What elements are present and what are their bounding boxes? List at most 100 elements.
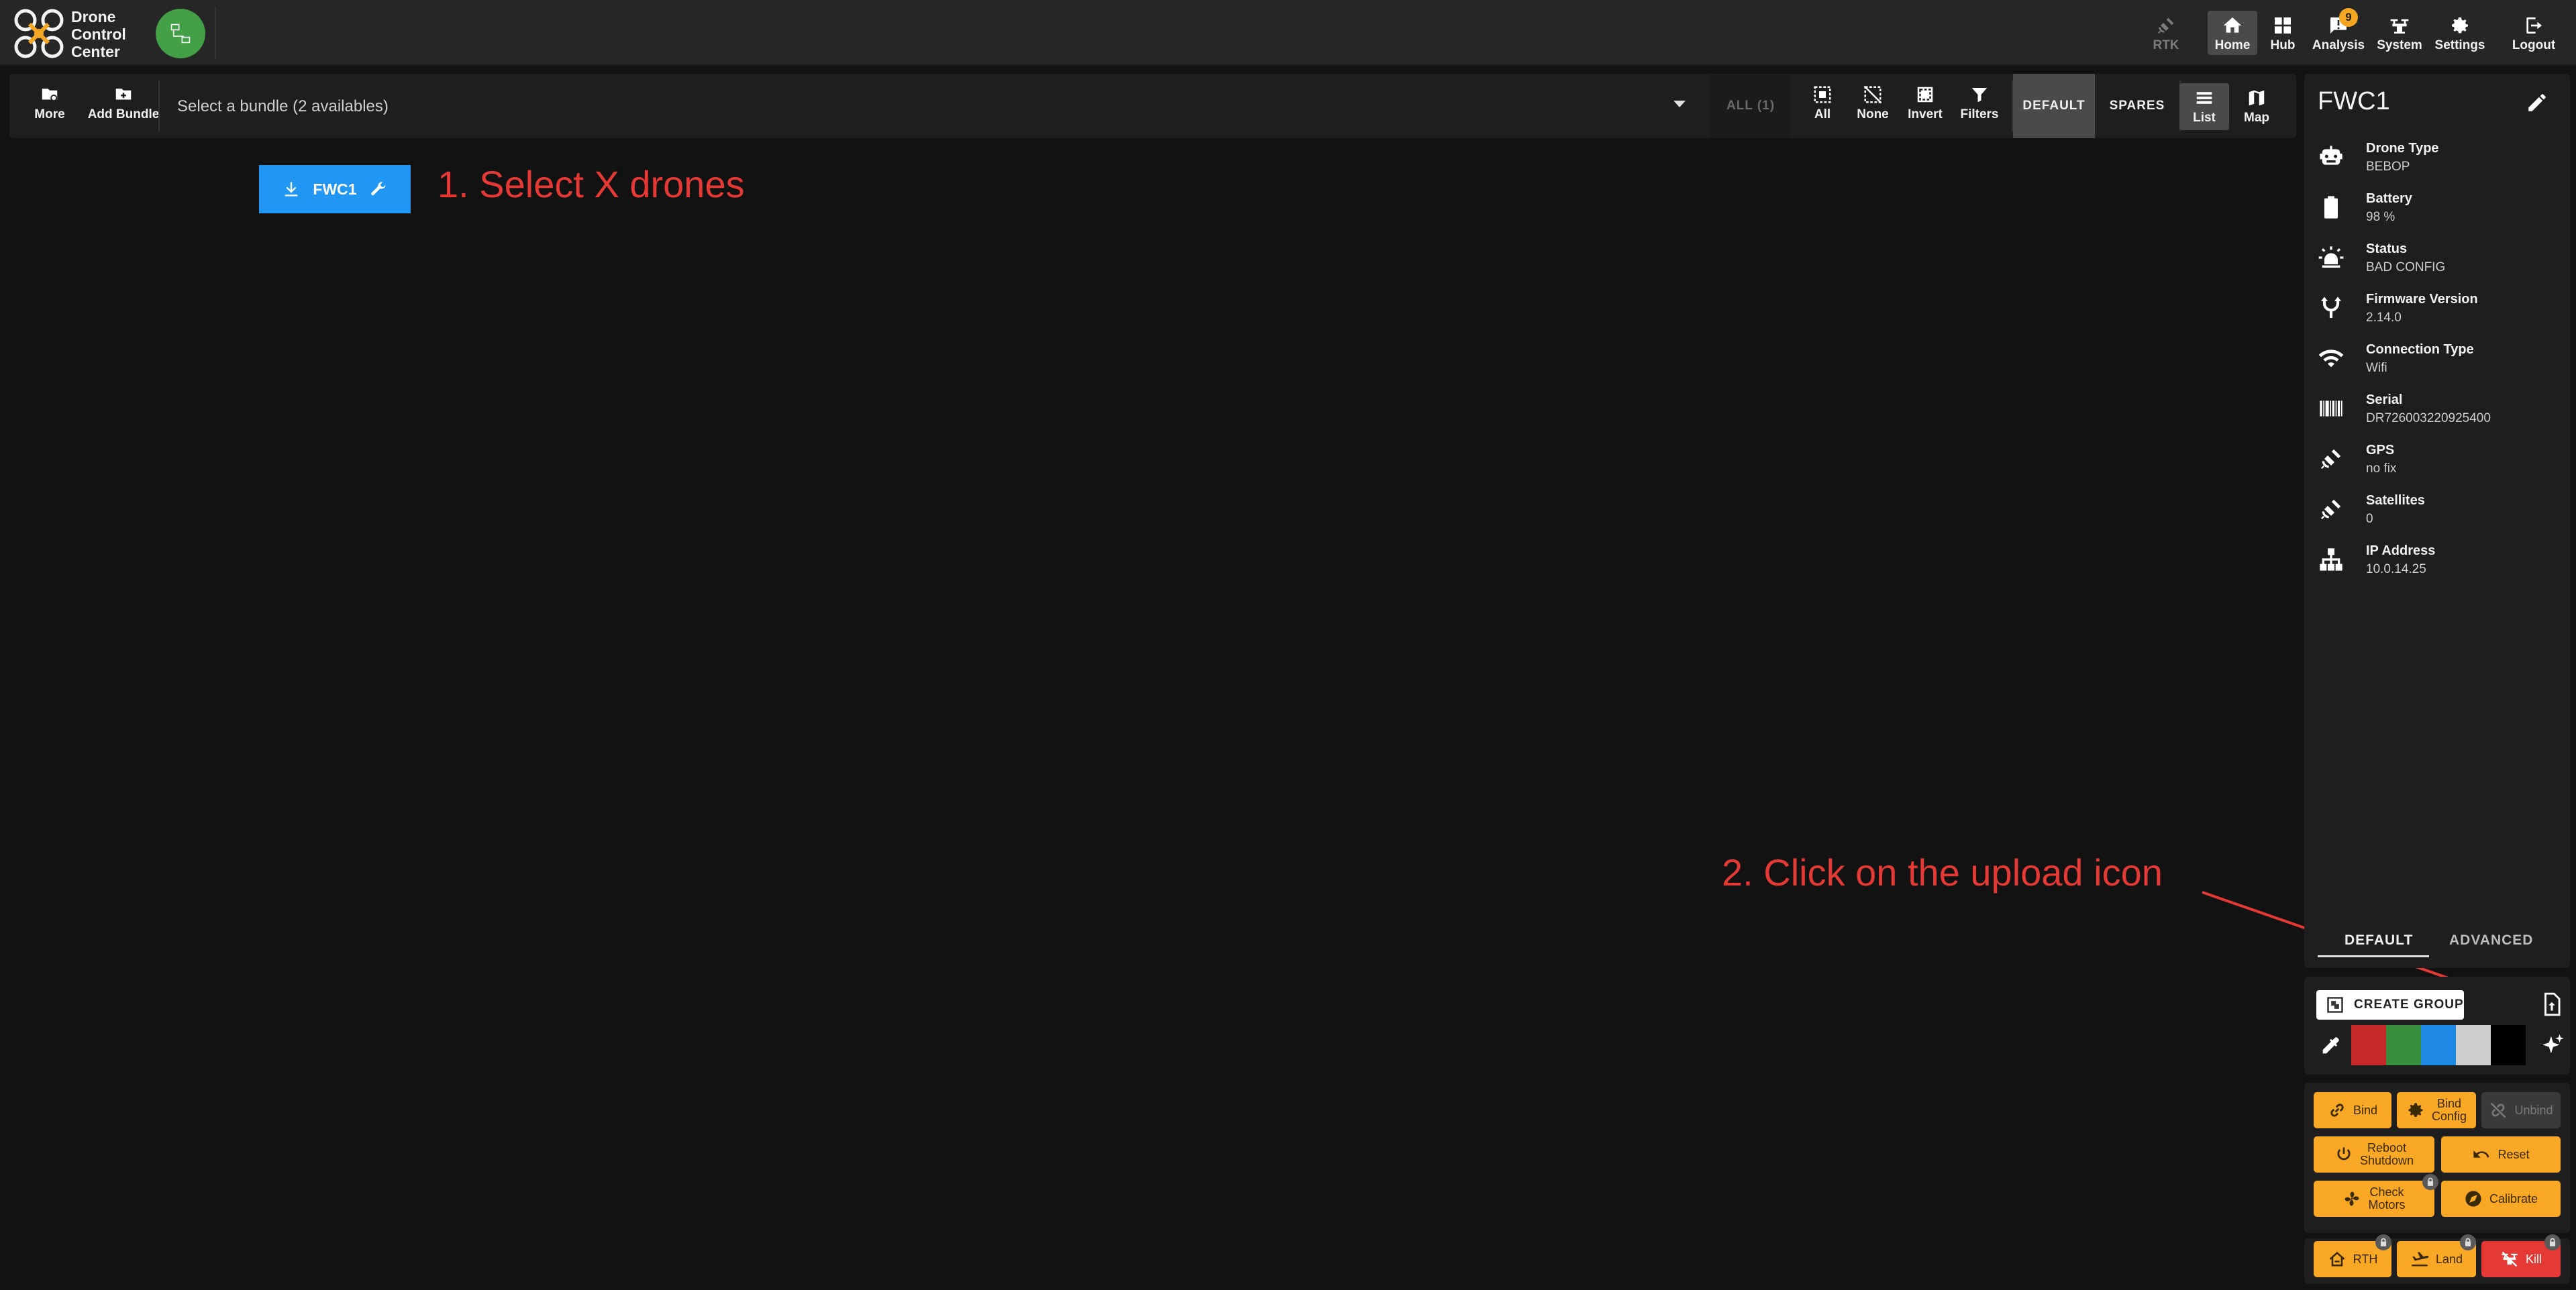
sparkle-icon[interactable] bbox=[2540, 1033, 2566, 1059]
more-button[interactable]: More bbox=[30, 85, 70, 130]
nav-settings[interactable]: Settings bbox=[2429, 11, 2491, 55]
annotation-step-1: 1. Select X drones bbox=[437, 163, 745, 205]
bind-button[interactable]: Bind bbox=[2314, 1092, 2391, 1128]
property-satellites: Satellites 0 bbox=[2318, 490, 2559, 531]
satellite-icon bbox=[2321, 449, 2341, 469]
satellite-icon bbox=[2158, 17, 2174, 34]
swatch-black[interactable] bbox=[2491, 1025, 2526, 1065]
select-off-icon bbox=[1863, 85, 1882, 104]
filter-icon bbox=[1971, 88, 1988, 103]
nav-hub[interactable]: Hub bbox=[2265, 11, 2300, 55]
bind-config-button[interactable]: Bind Config bbox=[2397, 1092, 2476, 1128]
calibrate-button[interactable]: Calibrate bbox=[2441, 1181, 2561, 1217]
wifi-icon bbox=[2318, 350, 2344, 368]
file-upload-icon[interactable] bbox=[2539, 991, 2565, 1017]
emergency-actions: RTH Land Kill bbox=[2304, 1234, 2570, 1284]
chevron-down-icon[interactable] bbox=[1673, 101, 1686, 107]
drone-icon bbox=[2390, 19, 2409, 34]
divider bbox=[215, 7, 216, 59]
active-tab-indicator bbox=[2318, 955, 2429, 957]
brand-name: Drone Control Center bbox=[71, 8, 126, 60]
select-inverse-icon bbox=[1917, 87, 1933, 103]
property-ip-address: IP Address 10.0.14.25 bbox=[2318, 541, 2559, 581]
color-swatches bbox=[2351, 1025, 2526, 1065]
reboot-shutdown-button[interactable]: Reboot Shutdown bbox=[2314, 1136, 2434, 1173]
invert-selection-button[interactable]: Invert bbox=[1900, 85, 1950, 130]
create-group-button[interactable]: CREATE GROUP bbox=[2316, 990, 2464, 1020]
swatch-blue[interactable] bbox=[2421, 1025, 2456, 1065]
power-icon bbox=[2337, 1147, 2351, 1161]
panel-title: FWC1 bbox=[2318, 87, 2390, 115]
bundle-select[interactable]: Select a bundle (2 availables) bbox=[177, 93, 1700, 121]
battery-icon bbox=[2324, 196, 2338, 219]
sitemap-icon bbox=[2320, 548, 2342, 571]
select-all-icon bbox=[1814, 86, 1831, 103]
map-view-button[interactable]: Map bbox=[2232, 83, 2281, 130]
tab-panel-default[interactable]: DEFAULT bbox=[2345, 932, 2413, 949]
merge-icon bbox=[2321, 297, 2341, 318]
wrench-icon bbox=[370, 182, 386, 196]
network-icon bbox=[170, 23, 191, 44]
nav-system[interactable]: System bbox=[2374, 11, 2425, 55]
folder-settings-icon bbox=[42, 89, 58, 101]
gear-icon bbox=[2452, 17, 2468, 34]
swatch-red[interactable] bbox=[2351, 1025, 2386, 1065]
connection-status-button[interactable] bbox=[156, 9, 205, 58]
tab-spares[interactable]: SPARES bbox=[2096, 74, 2178, 138]
tab-default[interactable]: DEFAULT bbox=[2013, 74, 2095, 138]
annotation-step-2: 2. Click on the upload icon bbox=[1722, 851, 2163, 894]
pencil-icon[interactable] bbox=[2526, 91, 2548, 114]
drone-chip-fwc1[interactable]: FWC1 bbox=[259, 165, 411, 213]
drone-actions: Bind Bind Config Unbind Reboot Shutdown Re… bbox=[2304, 1083, 2570, 1233]
bundle-toolbar: More Add Bundle Select a bundle (2 avail… bbox=[9, 74, 2296, 138]
lock-icon bbox=[2422, 1174, 2438, 1190]
select-none-button[interactable]: None bbox=[1849, 85, 1896, 130]
gear-icon bbox=[2408, 1103, 2423, 1117]
home-return-icon bbox=[2329, 1251, 2345, 1267]
select-all-button[interactable]: All bbox=[1802, 85, 1843, 130]
logout-icon bbox=[2526, 17, 2542, 34]
home-icon bbox=[2223, 17, 2242, 33]
nav-analysis[interactable]: Analysis 9 bbox=[2308, 8, 2369, 55]
property-serial: Serial DR726003220925400 bbox=[2318, 390, 2559, 430]
reset-button[interactable]: Reset bbox=[2441, 1136, 2561, 1173]
map-icon bbox=[2249, 90, 2265, 106]
group-icon bbox=[2327, 997, 2343, 1013]
airplane-landing-icon bbox=[2412, 1252, 2429, 1267]
property-firmware-version: Firmware Version 2.14.0 bbox=[2318, 289, 2559, 329]
drone-off-icon bbox=[2502, 1251, 2518, 1267]
property-connection-type: Connection Type Wifi bbox=[2318, 339, 2559, 380]
nav-rtk[interactable]: RTK bbox=[2147, 11, 2185, 55]
drone-details-panel: FWC1 Drone Type BEBOP Battery 98 % Statu… bbox=[2304, 74, 2570, 968]
grid-icon bbox=[2275, 17, 2291, 34]
compass-icon bbox=[2465, 1191, 2481, 1207]
swatch-white[interactable] bbox=[2456, 1025, 2491, 1065]
lock-icon bbox=[2375, 1234, 2391, 1250]
rth-button[interactable]: RTH bbox=[2314, 1234, 2391, 1277]
eyedropper-icon[interactable] bbox=[2319, 1034, 2342, 1057]
swatch-green[interactable] bbox=[2386, 1025, 2421, 1065]
tab-panel-advanced[interactable]: ADVANCED bbox=[2449, 932, 2533, 949]
panel-tabs: DEFAULT ADVANCED bbox=[2304, 926, 2570, 966]
property-drone-type: Drone Type BEBOP bbox=[2318, 138, 2559, 178]
drone-logo-icon bbox=[14, 9, 64, 58]
land-button[interactable]: Land bbox=[2397, 1234, 2476, 1277]
folder-plus-icon bbox=[115, 89, 132, 100]
unbind-button[interactable]: Unbind bbox=[2481, 1092, 2561, 1128]
add-bundle-button[interactable]: Add Bundle bbox=[76, 85, 170, 130]
notification-badge: 9 bbox=[2339, 8, 2358, 27]
lock-icon bbox=[2544, 1234, 2561, 1250]
download-icon bbox=[285, 182, 298, 197]
nav-home[interactable]: Home bbox=[2208, 11, 2257, 55]
top-bar: Drone Control Center RTK Home Hub Analys… bbox=[0, 0, 2576, 66]
nav-logout[interactable]: Logout bbox=[2507, 11, 2561, 55]
list-icon bbox=[2196, 92, 2212, 104]
kill-button[interactable]: Kill bbox=[2481, 1234, 2561, 1277]
filters-button[interactable]: Filters bbox=[1953, 85, 2006, 130]
lock-icon bbox=[2460, 1234, 2476, 1250]
list-view-button[interactable]: List bbox=[2179, 83, 2229, 130]
fan-icon bbox=[2345, 1191, 2359, 1206]
all-count-label: ALL (1) bbox=[1710, 74, 1791, 138]
check-motors-button[interactable]: Check Motors bbox=[2314, 1174, 2438, 1217]
property-status: Status BAD CONFIG bbox=[2318, 239, 2559, 279]
